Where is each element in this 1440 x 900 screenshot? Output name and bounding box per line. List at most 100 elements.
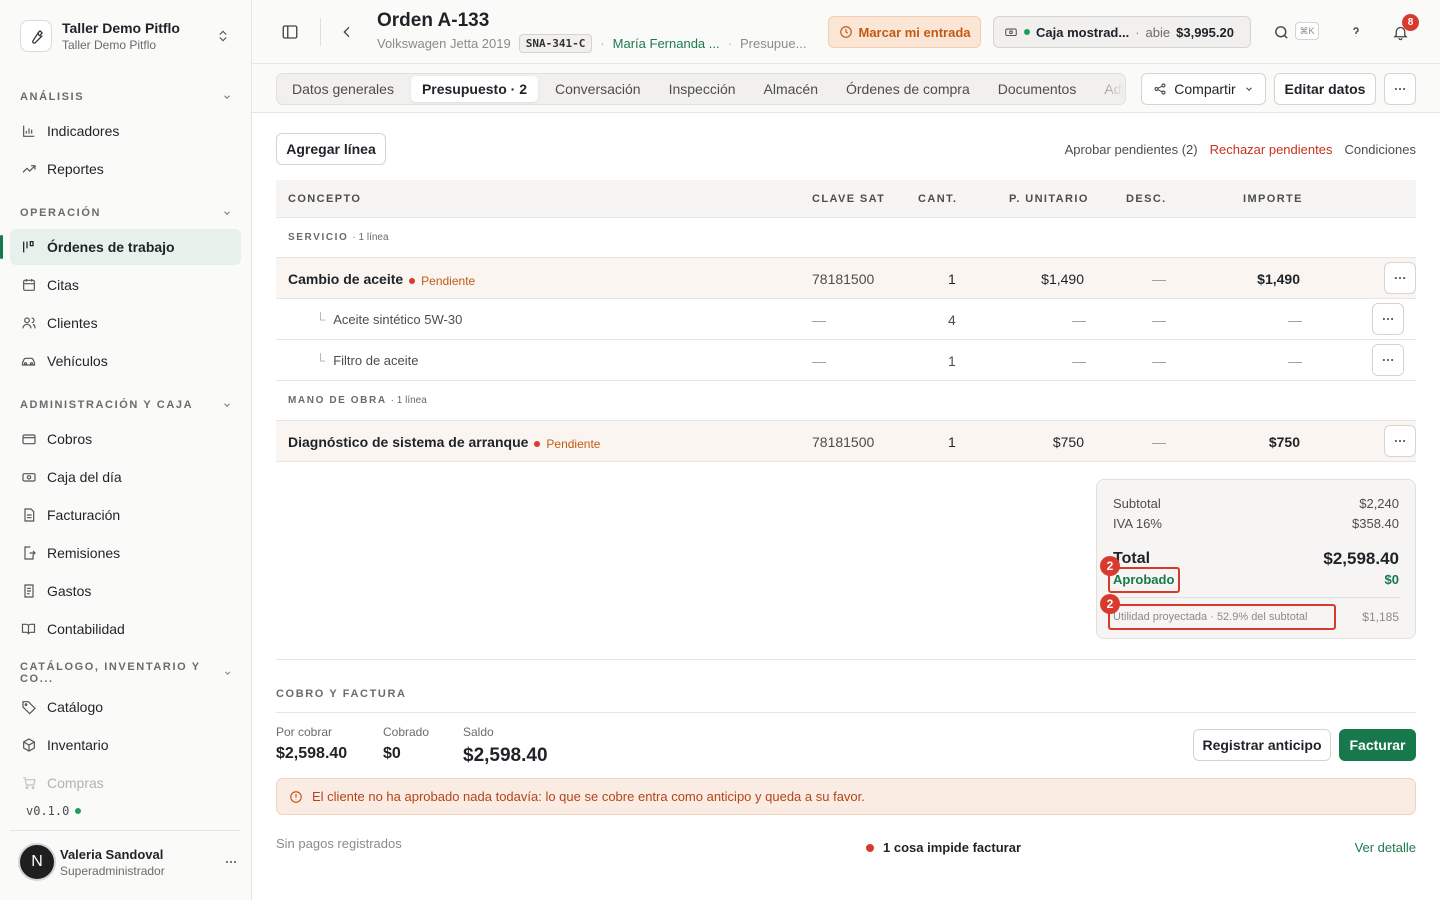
sidebar-item-compras[interactable]: Compras	[10, 765, 241, 801]
line-concept: Diagnóstico de sistema de arranque Pendie…	[288, 434, 600, 451]
table-row[interactable]: Diagnóstico de sistema de arranque Pendie…	[276, 421, 1416, 462]
tab-almacen[interactable]: Almacén	[753, 76, 829, 102]
users-icon	[20, 315, 37, 332]
chevron-down-icon	[224, 403, 230, 407]
sidebar-item-indicadores[interactable]: Indicadores	[10, 113, 241, 149]
reject-pending-link[interactable]: Rechazar pendientes	[1210, 142, 1333, 157]
tab-adjuntos[interactable]: Adjun	[1093, 76, 1125, 102]
check-in-button[interactable]: Marcar mi entrada	[828, 16, 981, 48]
tab-inspeccion[interactable]: Inspección	[658, 76, 747, 102]
tab-conversacion[interactable]: Conversación	[544, 76, 652, 102]
group-header: SERVICIO · 1 línea	[276, 218, 1416, 258]
child-indent-icon: └	[316, 312, 326, 327]
sidebar-item-label: Catálogo	[47, 699, 104, 715]
quantity: 1	[948, 434, 956, 450]
total-value: $2,598.40	[1323, 549, 1399, 568]
line-concept: └ Aceite sintético 5W-30	[316, 312, 462, 327]
tag-icon	[20, 699, 37, 716]
view-details-link[interactable]: Ver detalle	[1355, 840, 1416, 855]
conditions-link[interactable]: Condiciones	[1344, 142, 1416, 157]
sidebar-item-vehiculos[interactable]: Vehículos	[10, 343, 241, 379]
calendar-icon	[20, 277, 37, 294]
cash-icon	[20, 469, 37, 486]
sidebar-toggle-icon[interactable]	[278, 22, 302, 42]
approve-pending-link[interactable]: Aprobar pendientes (2)	[1065, 142, 1198, 157]
sidebar-item-ordenes[interactable]: Órdenes de trabajo	[0, 229, 241, 265]
section-catalogo[interactable]: CATÁLOGO, INVENTARIO Y CO...	[20, 661, 232, 685]
sidebar-item-label: Inventario	[47, 737, 109, 753]
add-line-button[interactable]: Agregar línea	[276, 133, 386, 165]
user-menu[interactable]: N Valeria Sandoval Superadministrador	[18, 842, 238, 882]
sidebar-item-clientes[interactable]: Clientes	[10, 305, 241, 341]
help-icon[interactable]	[1346, 22, 1366, 42]
header-divider	[320, 18, 321, 46]
sidebar-item-label: Cobros	[47, 431, 93, 447]
line-amount: $1,490	[1257, 271, 1300, 287]
approved-value: $0	[1384, 572, 1399, 587]
sidebar-item-gastos[interactable]: Gastos	[10, 573, 241, 609]
more-actions-button[interactable]	[1384, 73, 1416, 105]
sidebar-item-contabilidad[interactable]: Contabilidad	[10, 611, 241, 647]
share-button[interactable]: Compartir	[1141, 73, 1266, 105]
child-indent-icon: └	[316, 353, 326, 368]
back-arrow-icon[interactable]	[338, 22, 356, 42]
edit-data-button[interactable]: Editar datos	[1274, 73, 1376, 105]
sidebar-item-inventario[interactable]: Inventario	[10, 727, 241, 763]
info-alert: El cliente no ha aprobado nada todavía: …	[276, 778, 1416, 815]
section-divider	[276, 659, 1416, 660]
sidebar-item-remisiones[interactable]: Remisiones	[10, 535, 241, 571]
sidebar-item-cobros[interactable]: Cobros	[10, 421, 241, 457]
discount: —	[1152, 312, 1166, 328]
group-label: MANO DE OBRA	[288, 395, 387, 406]
order-subtitle: Volkswagen Jetta 2019 SNA-341-C · María …	[377, 34, 806, 53]
row-menu-button[interactable]	[1372, 344, 1404, 376]
tab-documentos[interactable]: Documentos	[987, 76, 1088, 102]
row-menu-button[interactable]	[1372, 303, 1404, 335]
notification-badge: 8	[1402, 14, 1419, 31]
section-divider	[276, 712, 1416, 713]
org-switcher[interactable]: Taller Demo Pitflo Taller Demo Pitflo	[10, 10, 240, 62]
highlight-box	[1108, 604, 1336, 630]
subtotal-label: Subtotal	[1113, 496, 1161, 511]
cash-register-amount: $3,995.20	[1176, 24, 1234, 40]
sidebar-item-facturacion[interactable]: Facturación	[10, 497, 241, 533]
credit-card-icon	[20, 431, 37, 448]
profit-value: $1,185	[1362, 610, 1399, 624]
discount: —	[1152, 434, 1166, 450]
trend-icon	[20, 161, 37, 178]
section-administracion[interactable]: ADMINISTRACIÓN Y CAJA	[20, 397, 232, 413]
chevron-down-icon	[1245, 87, 1252, 91]
row-menu-button[interactable]	[1384, 262, 1416, 294]
sidebar-item-label: Vehículos	[47, 353, 108, 369]
tab-datos-generales[interactable]: Datos generales	[281, 76, 405, 102]
tab-presupuesto[interactable]: Presupuesto · 2	[410, 76, 538, 102]
app-version: v0.1.0	[26, 804, 82, 818]
page-title: Orden A-133	[377, 10, 490, 31]
table-row[interactable]: └ Filtro de aceite — 1 — — —	[276, 340, 1416, 381]
user-role: Superadministrador	[60, 863, 165, 878]
more-horizontal-icon[interactable]	[224, 855, 238, 869]
car-icon	[20, 353, 37, 370]
section-operacion[interactable]: OPERACIÓN	[20, 205, 232, 221]
section-label: CATÁLOGO, INVENTARIO Y CO...	[20, 661, 201, 685]
amount-value: $2,598.40	[276, 745, 348, 762]
table-row[interactable]: Cambio de aceite Pendiente 78181500 1 $1,…	[276, 258, 1416, 299]
tab-ordenes-compra[interactable]: Órdenes de compra	[835, 76, 981, 102]
row-menu-button[interactable]	[1384, 425, 1416, 457]
search-icon[interactable]	[1271, 22, 1291, 42]
invoice-button[interactable]: Facturar	[1339, 729, 1416, 761]
amount-label: Por cobrar	[276, 725, 333, 739]
receipt-icon	[20, 583, 37, 600]
section-analisis[interactable]: ANÁLISIS	[20, 89, 232, 105]
file-export-icon	[20, 545, 37, 562]
register-advance-button[interactable]: Registrar anticipo	[1193, 729, 1331, 761]
customer-link[interactable]: María Fernanda ...	[613, 36, 720, 51]
sidebar-item-label: Gastos	[47, 583, 92, 599]
sidebar-item-citas[interactable]: Citas	[10, 267, 241, 303]
sidebar-item-reportes[interactable]: Reportes	[10, 151, 241, 187]
cash-register-button[interactable]: Caja mostrad... · abie $3,995.20	[993, 16, 1251, 48]
table-row[interactable]: └ Aceite sintético 5W-30 — 4 — — —	[276, 299, 1416, 340]
sat-code: —	[812, 312, 826, 328]
sidebar-item-catalogo[interactable]: Catálogo	[10, 689, 241, 725]
sidebar-item-caja[interactable]: Caja del día	[10, 459, 241, 495]
